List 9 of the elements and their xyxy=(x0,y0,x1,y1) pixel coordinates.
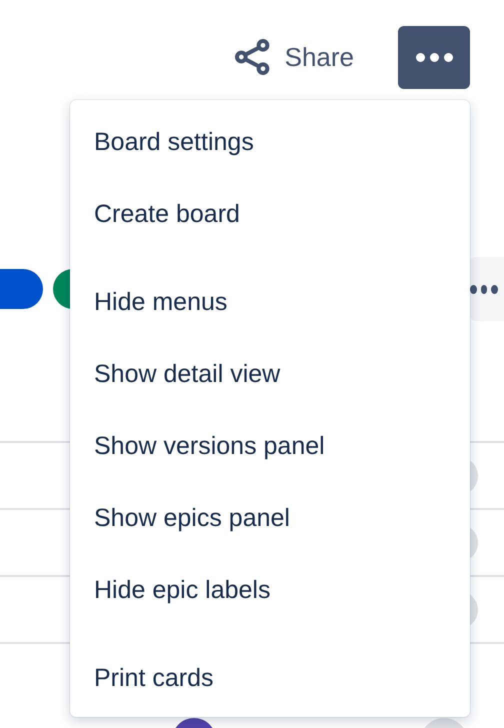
menu-item[interactable]: Hide menus xyxy=(70,266,470,338)
share-button[interactable]: Share xyxy=(232,37,354,77)
menu-item[interactable]: Create board xyxy=(70,178,470,250)
menu-item[interactable]: Board settings xyxy=(70,106,470,178)
menu-item[interactable]: Print cards xyxy=(70,642,470,714)
menu-item[interactable]: Show epics panel xyxy=(70,482,470,554)
menu-item[interactable]: Show detail view xyxy=(70,338,470,410)
menu-item[interactable]: Hide epic labels xyxy=(70,554,470,626)
menu-item[interactable]: Show versions panel xyxy=(70,410,470,482)
